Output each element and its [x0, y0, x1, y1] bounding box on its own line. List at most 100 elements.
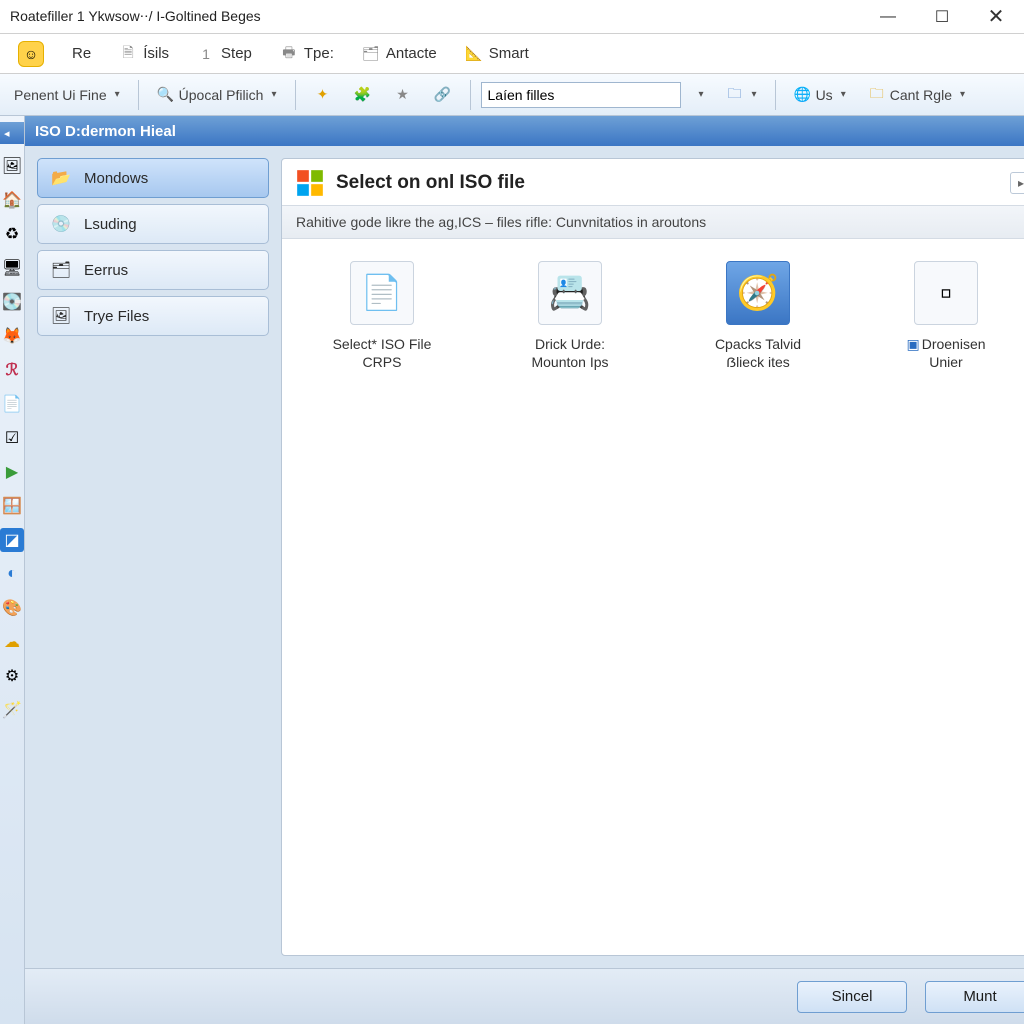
tool-person[interactable]: ★	[386, 83, 420, 107]
globe-icon: 🌐	[794, 86, 812, 104]
puzzle-icon: 🧩	[354, 86, 372, 104]
tool-link[interactable]: 🔗	[426, 83, 460, 107]
step-icon: 1	[197, 45, 215, 63]
menu-step[interactable]: 1Step	[197, 45, 252, 63]
close-button[interactable]: ✕	[982, 6, 1010, 28]
section-header: ISO D:dermon Hieal ✕	[25, 116, 1024, 146]
dock-firefox-icon[interactable]: 🦊	[0, 324, 24, 348]
mount-button[interactable]: Munt	[925, 981, 1024, 1013]
tile-grid: 📄 Select* ISO FileCRPS 📇 Drick Urde:Moun…	[282, 239, 1024, 393]
picture-icon: 🖼	[50, 305, 72, 327]
tile-prefix-icon: ▣	[906, 336, 919, 352]
dock-app-icon[interactable]: ◪	[0, 528, 24, 552]
link-icon: 🔗	[434, 86, 452, 104]
windows-flag-icon	[296, 169, 324, 197]
panel-expand-button[interactable]: ▸	[1010, 172, 1024, 194]
document-icon: 📄	[350, 261, 414, 325]
tile-label: Cpacks Talvidẞlieck ites	[715, 335, 801, 371]
separator	[470, 80, 471, 110]
tile-droenisen[interactable]: ▫ ▣DroenisenUnier	[876, 261, 1016, 371]
app-icon: ☺	[18, 41, 44, 67]
section-title: ISO D:dermon Hieal	[35, 123, 176, 140]
tile-cpacks[interactable]: 🧭 Cpacks Talvidẞlieck ites	[688, 261, 828, 371]
sidebar-item-lsuding[interactable]: 💿 Lsuding	[37, 204, 269, 244]
folder-dropdown[interactable]: 🗀	[718, 83, 765, 107]
dock-media-icon[interactable]: ◐	[0, 562, 24, 586]
cant-dropdown[interactable]: 🗀Cant Rgle	[860, 83, 973, 107]
tile-label: Select* ISO FileCRPS	[333, 335, 432, 371]
sidebar-item-label: Trye Files	[84, 308, 149, 325]
toolbar: Penent Ui Fine 🔍Úpocal Pfilich ✦ 🧩 ★ 🔗 🗀…	[0, 74, 1024, 116]
menu-tpe[interactable]: 🖶Tpe:	[280, 45, 334, 63]
dock-refresh-icon[interactable]: ♻	[0, 222, 24, 246]
tool-puzzle[interactable]: 🧩	[346, 83, 380, 107]
sidebar-item-label: Mondows	[84, 170, 148, 187]
sidebar-item-mondows[interactable]: 📂 Mondows	[37, 158, 269, 198]
menu-isils[interactable]: 🗎Ísils	[119, 45, 169, 63]
titlebar: Roatefiller 1 Ykwsow⋅⋅/ I-Goltined Beges…	[0, 0, 1024, 34]
menu-antacte[interactable]: 🗂Antacte	[362, 45, 437, 63]
panel-title: Select on onl ISO file	[336, 172, 525, 194]
separator	[775, 80, 776, 110]
penent-dropdown[interactable]: Penent Ui Fine	[6, 84, 128, 106]
window-title: Roatefiller 1 Ykwsow⋅⋅/ I-Goltined Beges	[10, 8, 874, 25]
panel-subtitle: Rahitive gode likre the ag,ICS – files r…	[282, 205, 1024, 239]
cancel-button[interactable]: Sincel	[797, 981, 907, 1013]
dock-note-icon[interactable]: 📄	[0, 392, 24, 416]
menu-smart[interactable]: 📐Smart	[465, 45, 529, 63]
blank-page-icon: ▫	[914, 261, 978, 325]
panel-header: Select on onl ISO file ▸	[282, 159, 1024, 205]
disc-icon: 💿	[50, 213, 72, 235]
person-icon: ★	[394, 86, 412, 104]
compass-icon: 🧭	[726, 261, 790, 325]
search-input[interactable]	[481, 82, 681, 108]
smart-icon: 📐	[465, 45, 483, 63]
dock-wand-icon[interactable]: 🪄	[0, 698, 24, 722]
sidebar-item-eerrus[interactable]: 🗂 Eerrus	[37, 250, 269, 290]
maximize-button[interactable]: ☐	[928, 6, 956, 28]
us-dropdown[interactable]: 🌐Us	[786, 83, 854, 107]
document-icon: 🗎	[119, 45, 137, 63]
magnifier-icon: 🔍	[157, 86, 175, 104]
folder-star-icon: 🗀	[868, 86, 886, 104]
separator	[138, 80, 139, 110]
minimize-button[interactable]: —	[874, 6, 902, 28]
grid-icon: 🗂	[50, 259, 72, 281]
dock-check-icon[interactable]: ☑	[0, 426, 24, 450]
dock-gear-icon[interactable]: ⚙	[0, 664, 24, 688]
sidebar-item-label: Eerrus	[84, 262, 128, 279]
window-controls: — ☐ ✕	[874, 6, 1018, 28]
footer: Sincel Munt	[25, 968, 1024, 1024]
sidebar-item-trye-files[interactable]: 🖼 Trye Files	[37, 296, 269, 336]
dock-play-icon[interactable]: ▶	[0, 460, 24, 484]
dock-x-icon[interactable]: ℛ	[0, 358, 24, 382]
dock-image-icon[interactable]: 🖼	[0, 154, 24, 178]
sidebar: 📂 Mondows 💿 Lsuding 🗂 Eerrus 🖼 Trye File…	[37, 158, 269, 956]
star-icon: ✦	[314, 86, 332, 104]
calculator-icon: 📇	[538, 261, 602, 325]
tile-label: Drick Urde:Mounton Ips	[531, 335, 608, 371]
card-icon: 🗂	[362, 45, 380, 63]
menubar: ☺ Re 🗎Ísils 1Step 🖶Tpe: 🗂Antacte 📐Smart	[0, 34, 1024, 74]
dock-home-icon[interactable]: 🏠	[0, 188, 24, 212]
dock-monitor-icon[interactable]: 🖥	[0, 256, 24, 280]
dock-handle[interactable]: ◂	[0, 122, 24, 144]
menu-re[interactable]: Re	[72, 45, 91, 62]
upocal-dropdown[interactable]: 🔍Úpocal Pfilich	[149, 83, 285, 107]
sidebar-item-label: Lsuding	[84, 216, 137, 233]
dock-drive-icon[interactable]: 💽	[0, 290, 24, 314]
search-dropdown[interactable]	[687, 86, 712, 103]
folder-icon: 🗀	[726, 86, 744, 104]
dock: ◂ 🖼 🏠 ♻ 🖥 💽 🦊 ℛ 📄 ☑ ▶ 🪟 ◪ ◐ 🎨 ☁ ⚙ 🪄	[0, 116, 25, 1024]
dock-cloud-icon[interactable]: ☁	[0, 630, 24, 654]
tool-star[interactable]: ✦	[306, 83, 340, 107]
tile-select-iso[interactable]: 📄 Select* ISO FileCRPS	[312, 261, 452, 371]
folder-icon: 📂	[50, 167, 72, 189]
tile-drick-urde[interactable]: 📇 Drick Urde:Mounton Ips	[500, 261, 640, 371]
tile-label: ▣DroenisenUnier	[906, 335, 985, 371]
printer-icon: 🖶	[280, 45, 298, 63]
main-panel: Select on onl ISO file ▸ Rahitive gode l…	[281, 158, 1024, 956]
dock-win-icon[interactable]: 🪟	[0, 494, 24, 518]
separator	[295, 80, 296, 110]
dock-color-icon[interactable]: 🎨	[0, 596, 24, 620]
